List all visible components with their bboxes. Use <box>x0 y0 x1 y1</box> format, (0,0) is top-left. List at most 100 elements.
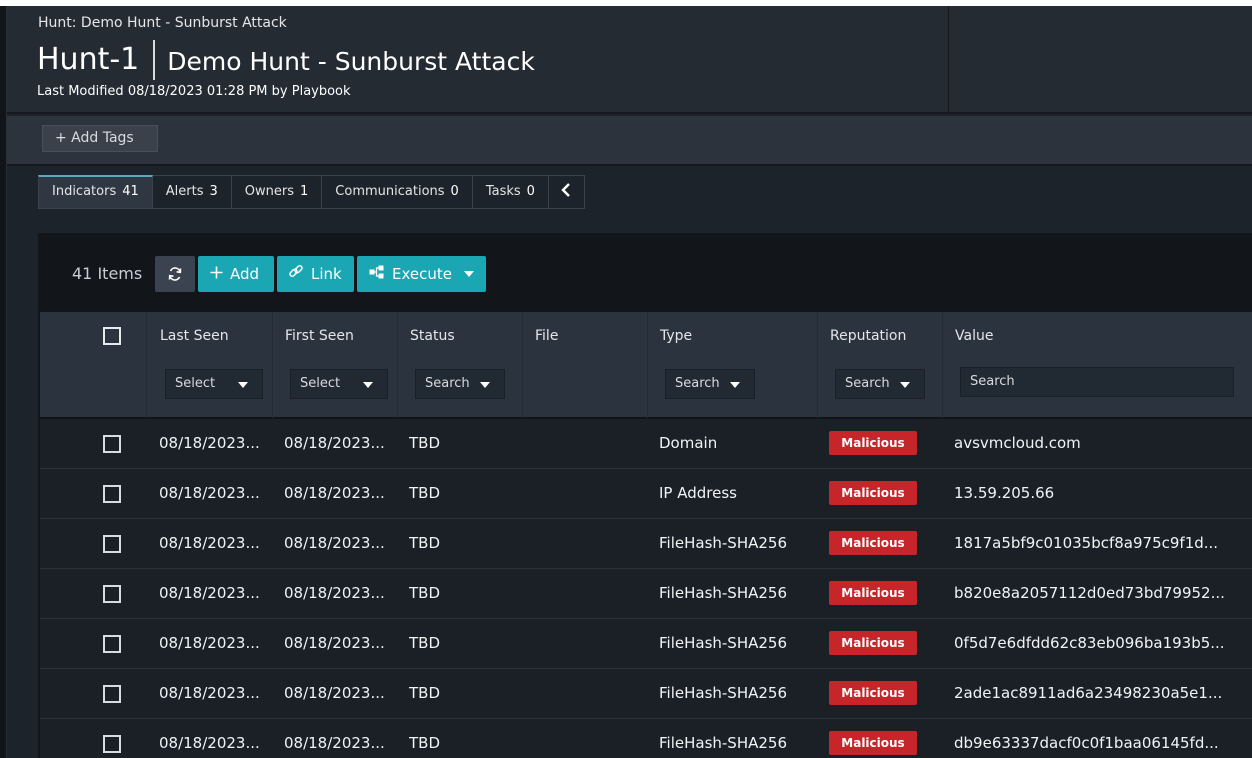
indicators-panel: 41 Items Add Link Execute Last Seen Sele… <box>38 233 1252 758</box>
row-checkbox[interactable] <box>103 535 121 553</box>
row-checkbox[interactable] <box>103 435 121 453</box>
title-separator <box>153 40 156 80</box>
value-cell[interactable]: avsvmcloud.com <box>954 419 1244 469</box>
type-filter[interactable]: Search <box>665 369 755 399</box>
filter-value: Search <box>425 376 470 391</box>
link-button[interactable]: Link <box>277 256 354 292</box>
value-cell[interactable]: 2ade1ac8911ad6a23498230a5e1... <box>954 669 1244 719</box>
refresh-button[interactable] <box>155 256 195 292</box>
column-type[interactable]: Type Search <box>648 312 818 418</box>
add-button[interactable]: Add <box>198 256 274 292</box>
value-cell[interactable]: 0f5d7e6dfdd62c83eb096ba193b5... <box>954 619 1244 669</box>
reputation-badge: Malicious <box>829 731 917 755</box>
column-label: First Seen <box>285 328 354 344</box>
link-icon <box>288 257 304 291</box>
tab-count: 1 <box>300 184 309 199</box>
table-row[interactable]: 08/18/2023... 08/18/2023... TBD Domain avsvm… <box>40 419 1252 469</box>
row-checkbox[interactable] <box>103 635 121 653</box>
value-cell[interactable]: b820e8a2057112d0ed73bd79952... <box>954 569 1244 619</box>
table-row[interactable]: 08/18/2023... 08/18/2023... TBD FileHash-SH… <box>40 519 1252 569</box>
select-all-checkbox[interactable] <box>103 327 121 345</box>
status-cell: TBD <box>409 534 441 552</box>
link-button-label: Link <box>311 265 342 283</box>
column-last-seen[interactable]: Last Seen Select <box>148 312 273 418</box>
playbook-icon <box>369 257 385 291</box>
type-cell: Domain <box>659 434 718 452</box>
reputation-filter[interactable]: Search <box>835 369 925 399</box>
tab-count: 0 <box>450 184 459 199</box>
first-seen-filter[interactable]: Select <box>290 369 388 399</box>
tab-label: Alerts <box>165 184 204 199</box>
row-checkbox[interactable] <box>103 685 121 703</box>
add-tags-button[interactable]: + Add Tags <box>42 125 158 152</box>
first-seen-cell: 08/18/2023... <box>284 684 385 702</box>
last-seen-cell: 08/18/2023... <box>159 534 260 552</box>
execute-button[interactable]: Execute <box>357 256 486 292</box>
chevron-down-icon <box>238 382 248 388</box>
type-cell: FileHash-SHA256 <box>659 584 787 602</box>
tab-communications[interactable]: Communications 0 <box>322 175 473 209</box>
table-row[interactable]: 08/18/2023... 08/18/2023... TBD FileHash-SH… <box>40 619 1252 669</box>
column-status[interactable]: Status Search <box>398 312 523 418</box>
row-checkbox[interactable] <box>103 585 121 603</box>
type-cell: FileHash-SHA256 <box>659 634 787 652</box>
chevron-down-icon <box>900 382 910 388</box>
value-cell[interactable]: db9e63337dacf0c0f1baa06145fd... <box>954 719 1244 758</box>
file-cell <box>534 569 644 619</box>
column-label: Status <box>410 328 455 344</box>
status-filter[interactable]: Search <box>415 369 505 399</box>
tab-alerts[interactable]: Alerts 3 <box>152 175 232 209</box>
column-first-seen[interactable]: First Seen Select <box>273 312 398 418</box>
page-title[interactable]: Demo Hunt - Sunburst Attack <box>167 38 535 82</box>
breadcrumb[interactable]: Hunt: Demo Hunt - Sunburst Attack <box>38 15 287 31</box>
row-checkbox[interactable] <box>103 735 121 753</box>
first-seen-cell: 08/18/2023... <box>284 734 385 752</box>
status-cell: TBD <box>409 584 441 602</box>
table-row[interactable]: 08/18/2023... 08/18/2023... TBD FileHash-SH… <box>40 669 1252 719</box>
row-checkbox[interactable] <box>103 485 121 503</box>
tab-count: 3 <box>209 184 218 199</box>
filter-value: Select <box>300 376 341 391</box>
table-row[interactable]: 08/18/2023... 08/18/2023... TBD FileHash-SH… <box>40 719 1252 758</box>
value-search-input[interactable]: Search <box>960 367 1234 397</box>
column-value[interactable]: Value Search <box>943 312 1252 418</box>
tab-label: Indicators <box>52 184 117 199</box>
chevron-left-icon[interactable] <box>548 175 585 209</box>
table-row[interactable]: 08/18/2023... 08/18/2023... TBD IP Address 1… <box>40 469 1252 519</box>
tab-label: Communications <box>335 184 445 199</box>
table-row[interactable]: 08/18/2023... 08/18/2023... TBD FileHash-SH… <box>40 569 1252 619</box>
column-label: Reputation <box>830 328 907 344</box>
title-row: Hunt-1 Demo Hunt - Sunburst Attack <box>37 38 535 82</box>
first-seen-cell: 08/18/2023... <box>284 584 385 602</box>
file-cell <box>534 619 644 669</box>
tab-owners[interactable]: Owners 1 <box>231 175 323 209</box>
last-seen-filter[interactable]: Select <box>165 369 263 399</box>
header-divider <box>948 6 949 114</box>
file-cell <box>534 719 644 758</box>
chevron-down-icon <box>464 271 474 277</box>
first-seen-cell: 08/18/2023... <box>284 484 385 502</box>
column-reputation[interactable]: Reputation Search <box>818 312 943 418</box>
value-cell[interactable]: 13.59.205.66 <box>954 469 1244 519</box>
reputation-badge: Malicious <box>829 631 917 655</box>
column-label: Type <box>660 328 693 344</box>
value-cell[interactable]: 1817a5bf9c01035bcf8a975c9f1d... <box>954 519 1244 569</box>
type-cell: FileHash-SHA256 <box>659 734 787 752</box>
left-rail <box>0 6 7 758</box>
select-all-column <box>40 312 147 418</box>
reputation-badge: Malicious <box>829 481 917 505</box>
column-file[interactable]: File <box>523 312 648 418</box>
tab-label: Tasks <box>485 184 521 199</box>
file-cell <box>534 469 644 519</box>
tab-tasks[interactable]: Tasks 0 <box>472 175 549 209</box>
file-cell <box>534 519 644 569</box>
chevron-down-icon <box>730 382 740 388</box>
column-label: File <box>535 328 559 344</box>
tab-count: 0 <box>526 184 535 199</box>
last-seen-cell: 08/18/2023... <box>159 434 260 452</box>
type-cell: IP Address <box>659 484 737 502</box>
reputation-badge: Malicious <box>829 581 917 605</box>
tab-indicators[interactable]: Indicators 41 <box>38 175 153 209</box>
status-cell: TBD <box>409 484 441 502</box>
last-seen-cell: 08/18/2023... <box>159 484 260 502</box>
